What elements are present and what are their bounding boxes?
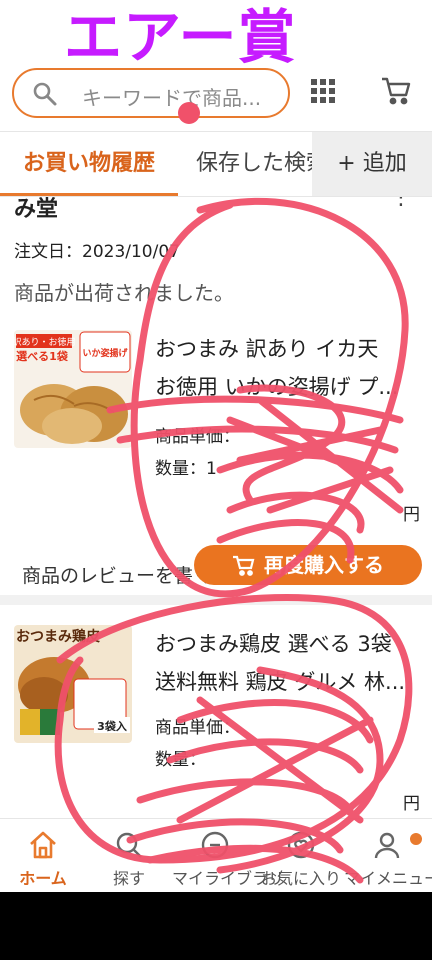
unit-price: 商品単価：: [155, 718, 240, 738]
bottom-nav: ホーム 探す マイライブラリ お気に入り マイメニュー: [0, 818, 432, 892]
person-icon: [371, 829, 403, 861]
quantity: 数量：: [155, 750, 206, 770]
thumb-brand-text: おつまみ鶏皮: [16, 628, 100, 645]
price-suffix: 円: [403, 505, 420, 525]
nav-label: マイメニュー: [344, 869, 432, 888]
item-title-line1[interactable]: おつまみ鶏皮 選べる 3袋: [155, 625, 415, 663]
rebuy-label: 再度購入する: [264, 553, 384, 577]
system-nav-bar: [0, 892, 432, 960]
grid-menu-icon[interactable]: [310, 78, 336, 104]
nav-search[interactable]: 探す: [86, 819, 172, 893]
more-options-icon[interactable]: ⋮: [390, 197, 412, 209]
tab-saved-search[interactable]: 保存した検索: [196, 132, 316, 196]
item-title-line2[interactable]: 送料無料 鶏皮 グルメ 林...: [155, 663, 415, 701]
tab-purchase-history[interactable]: お買い物履歴: [0, 132, 178, 196]
order-status: 商品が出荷されました。: [14, 281, 234, 305]
divider: [0, 595, 432, 605]
item-title-line2[interactable]: お徳用 いかの姿揚げ プ...: [155, 368, 415, 406]
quantity: 数量：1: [155, 459, 217, 479]
rebuy-button[interactable]: 再度購入する: [194, 545, 422, 585]
thumb-pack-text: 3袋入: [97, 719, 127, 733]
search-bar[interactable]: キーワードで商品...: [12, 68, 290, 124]
touch-indicator: [178, 102, 200, 124]
nav-label: お気に入り: [260, 869, 341, 888]
search-icon: [113, 829, 145, 861]
nav-label: ホーム: [19, 869, 67, 888]
thumb-pick-text: 選べる1袋: [16, 349, 69, 363]
search-icon: [32, 81, 58, 111]
shop-name[interactable]: み堂: [14, 197, 58, 223]
price-suffix: 円: [403, 794, 420, 814]
overlay-title: エアー賞: [64, 3, 297, 71]
thumb-tag-text: 訳あり・お徳用: [14, 336, 76, 348]
write-review-link[interactable]: 商品のレビューを書く: [22, 561, 212, 588]
item-title-line1[interactable]: おつまみ 訳あり イカ天: [155, 330, 415, 368]
nav-library[interactable]: マイライブラリ: [172, 819, 285, 893]
nav-my-menu[interactable]: マイメニュー: [344, 819, 432, 893]
nav-home[interactable]: ホーム: [0, 819, 86, 893]
cart-icon: [232, 549, 256, 589]
add-tab-button[interactable]: + 追加: [312, 132, 432, 196]
order-content: み堂 ⋮ 注文日：2023/10/07 商品が出荷されました。 訳あり・お徳用 …: [0, 197, 432, 817]
tab-bar: お買い物履歴 保存した検索 + 追加: [0, 131, 432, 197]
thumb-brand-text: いか姿揚げ: [82, 347, 128, 359]
nav-label: 探す: [112, 869, 145, 888]
heart-icon: [285, 829, 317, 861]
library-icon: [199, 829, 231, 861]
review-row: 商品のレビューを書く 再度購入する: [0, 537, 432, 587]
home-icon: [27, 829, 59, 861]
unit-price: 商品単価：: [155, 427, 240, 447]
notification-badge: [410, 833, 422, 845]
product-thumbnail[interactable]: 訳あり・お徳用 選べる1袋 いか姿揚げ: [14, 330, 132, 448]
product-thumbnail[interactable]: おつまみ鶏皮 3袋入: [14, 625, 132, 743]
nav-favorites[interactable]: お気に入り: [258, 819, 344, 893]
nav-label: マイライブラリ: [172, 869, 285, 888]
cart-icon[interactable]: [380, 74, 412, 106]
order-date: 注文日：2023/10/07: [14, 242, 180, 262]
